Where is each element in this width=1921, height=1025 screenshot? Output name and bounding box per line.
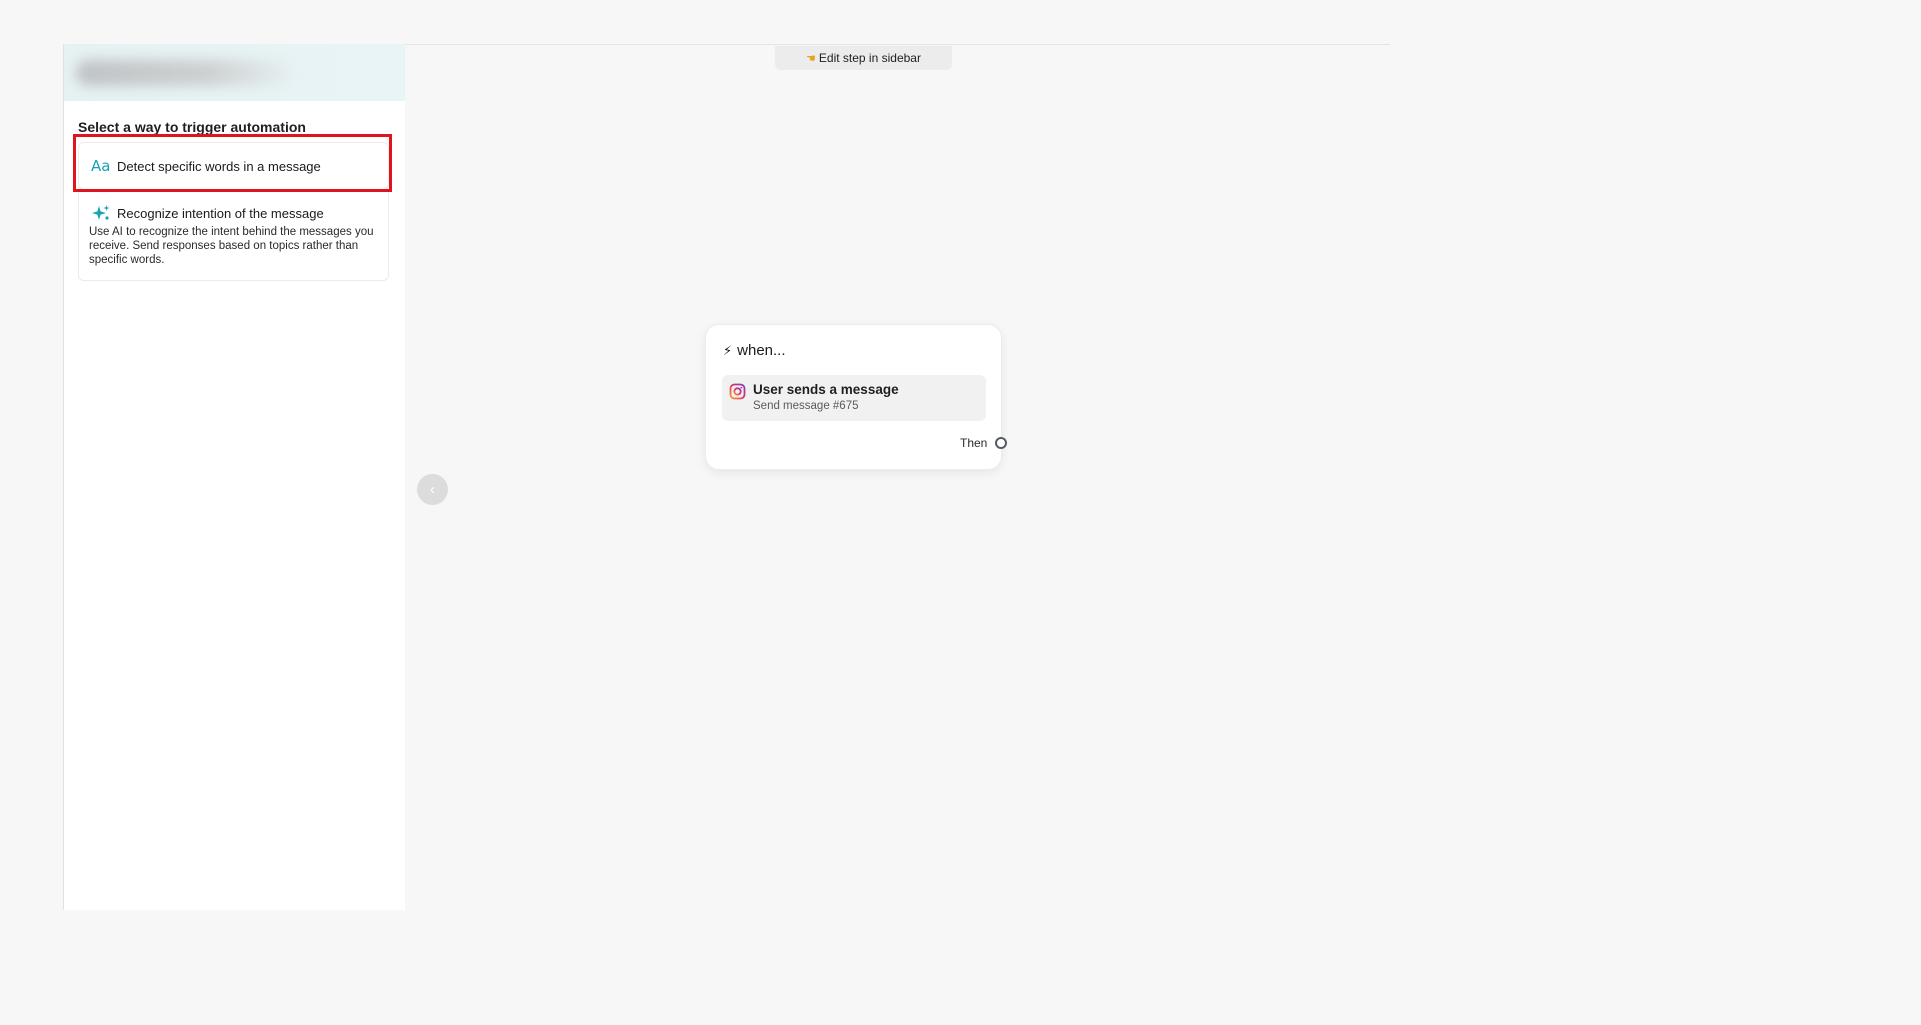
- then-connector-port[interactable]: [995, 437, 1007, 449]
- sidebar: Select a way to trigger automation Aa De…: [63, 44, 405, 910]
- node-heading-text: when...: [737, 342, 786, 359]
- sparkles-icon: [91, 204, 111, 222]
- option-recognize-intention[interactable]: Recognize intention of the message Use A…: [78, 191, 389, 281]
- blurred-title: [76, 60, 296, 86]
- collapse-sidebar-button[interactable]: ‹: [417, 474, 448, 505]
- section-heading: Select a way to trigger automation: [78, 119, 306, 135]
- edit-step-label: Edit step in sidebar: [818, 51, 921, 65]
- node-heading: ⚡ when...: [723, 342, 786, 359]
- pointing-hand-icon: ☚: [806, 52, 816, 65]
- automation-canvas: ☚ Edit step in sidebar Select a way to t…: [0, 0, 1921, 1025]
- trigger-item[interactable]: User sends a message Send message #675: [722, 375, 986, 421]
- trigger-title: User sends a message: [753, 382, 899, 397]
- chevron-left-icon: ‹: [430, 481, 435, 498]
- trigger-node[interactable]: ⚡ when... User sends a message Send mess…: [705, 324, 1007, 470]
- text-aa-icon: Aa: [91, 157, 111, 175]
- lightning-icon: ⚡: [723, 342, 733, 358]
- option-label: Detect specific words in a message: [117, 158, 321, 174]
- option-description: Use AI to recognize the intent behind th…: [89, 226, 374, 266]
- edit-step-in-sidebar-tab[interactable]: ☚ Edit step in sidebar: [775, 46, 952, 70]
- option-label: Recognize intention of the message: [117, 205, 324, 221]
- then-label: Then: [960, 436, 988, 450]
- instagram-icon: [729, 383, 746, 400]
- sidebar-header: [64, 44, 405, 101]
- trigger-subtitle: Send message #675: [753, 400, 859, 412]
- option-detect-specific-words[interactable]: Aa Detect specific words in a message: [78, 142, 389, 190]
